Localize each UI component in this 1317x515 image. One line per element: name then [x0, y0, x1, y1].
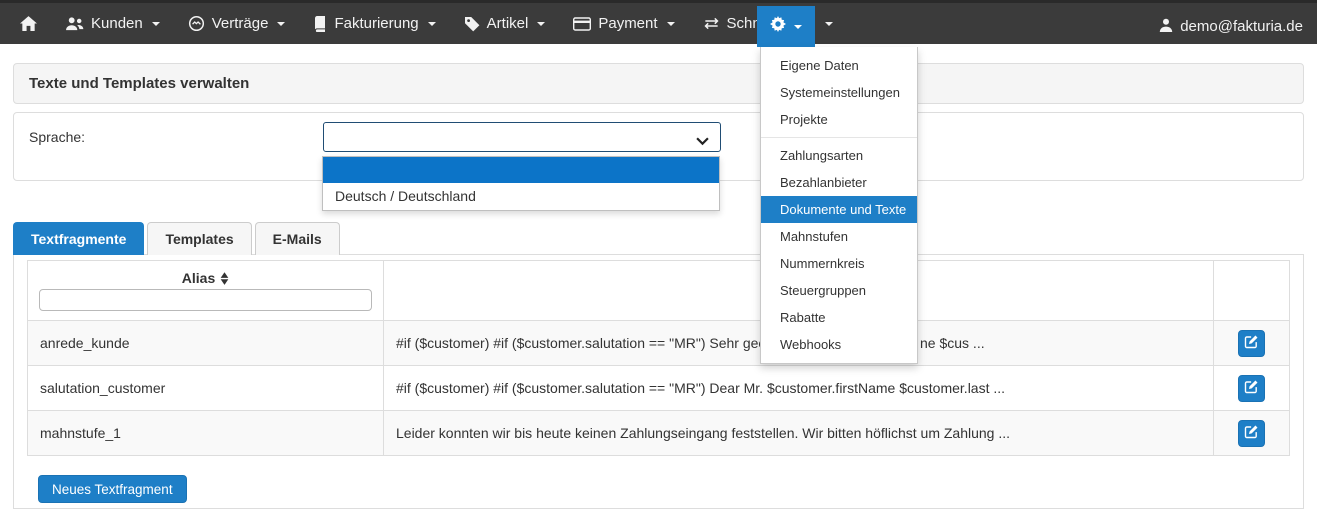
actions-column-header: [1214, 261, 1289, 320]
home-icon: [20, 16, 37, 31]
top-navbar: Kunden Verträge Fakturierung Artikel: [0, 0, 1317, 44]
language-label: Sprache:: [29, 129, 85, 145]
tab-textfragmente[interactable]: Textfragmente: [13, 222, 144, 255]
table-row: anrede_kunde #if ($customer) #if ($custo…: [28, 320, 1289, 365]
tab-content-panel: Alias anrede_kunde #if ($customer) #if (…: [13, 254, 1304, 509]
text-fragment-preview-tail: ne $cus ...: [920, 335, 985, 351]
text-fragment-preview: Leider konnten wir bis heute keinen Zahl…: [396, 425, 1010, 441]
caret-down-icon: [428, 22, 436, 26]
table-row: salutation_customer #if ($customer) #if …: [28, 365, 1289, 410]
menu-item-mahnstufen[interactable]: Mahnstufen: [761, 223, 917, 250]
sort-icon: [220, 272, 229, 285]
settings-menu-button[interactable]: Eigene Daten Systemeinstellungen Projekt…: [757, 6, 815, 47]
user-account-menu[interactable]: demo@fakturia.de: [1159, 6, 1303, 47]
menu-item-nummernkreis[interactable]: Nummernkreis: [761, 250, 917, 277]
menu-item-eigene-daten[interactable]: Eigene Daten: [761, 52, 917, 79]
menu-item-rabatte[interactable]: Rabatte: [761, 304, 917, 331]
language-select[interactable]: [323, 122, 721, 152]
caret-down-icon: [277, 22, 285, 26]
page-title-panel: Texte und Templates verwalten: [13, 63, 1304, 104]
nav-item-label: Fakturierung: [334, 15, 418, 32]
alias-cell: salutation_customer: [28, 366, 384, 410]
nav-item-artikel[interactable]: Artikel: [450, 3, 560, 44]
user-email-label: demo@fakturia.de: [1180, 18, 1303, 35]
nav-item-vertraege[interactable]: Verträge: [174, 3, 300, 44]
app-window: Kunden Verträge Fakturierung Artikel: [0, 0, 1317, 515]
menu-item-webhooks[interactable]: Webhooks: [761, 331, 917, 358]
nav-item-label: Artikel: [487, 15, 529, 32]
edit-button[interactable]: [1238, 420, 1265, 447]
tab-emails[interactable]: E-Mails: [255, 222, 340, 255]
menu-item-zahlungsarten[interactable]: Zahlungsarten: [761, 142, 917, 169]
book-icon: [313, 16, 327, 32]
tag-icon: [464, 16, 480, 32]
textfragment-table: Alias anrede_kunde #if ($customer) #if (…: [27, 260, 1290, 456]
menu-item-projekte[interactable]: Projekte: [761, 106, 917, 133]
column-header-alias[interactable]: Alias: [28, 261, 383, 287]
caret-down-icon: [794, 25, 802, 29]
caret-down-icon: [667, 22, 675, 26]
menu-divider: [761, 137, 917, 138]
text-cell: Leider konnten wir bis heute keinen Zahl…: [384, 411, 1214, 455]
tab-bar: Textfragmente Templates E-Mails: [13, 222, 343, 255]
page-title: Texte und Templates verwalten: [29, 75, 249, 92]
alias-filter-input[interactable]: [39, 289, 372, 311]
gear-icon: [770, 16, 786, 37]
handshake-icon: [188, 15, 205, 32]
language-option-empty[interactable]: [323, 157, 719, 183]
text-fragment-preview: #if ($customer) #if ($customer.salutatio…: [396, 380, 1005, 396]
alias-column-label: Alias: [182, 270, 215, 286]
users-icon: [65, 16, 84, 31]
table-header-row: Alias: [28, 261, 1289, 320]
credit-card-icon: [573, 17, 591, 31]
caret-down-icon: [825, 22, 833, 26]
menu-item-steuergruppen[interactable]: Steuergruppen: [761, 277, 917, 304]
menu-item-systemeinstellungen[interactable]: Systemeinstellungen: [761, 79, 917, 106]
nav-item-label: Payment: [598, 15, 657, 32]
edit-button[interactable]: [1238, 330, 1265, 357]
nav-item-kunden[interactable]: Kunden: [51, 3, 174, 44]
chevron-down-icon: [696, 133, 709, 151]
text-fragment-preview: #if ($customer) #if ($customer.salutatio…: [396, 335, 783, 351]
user-icon: [1159, 18, 1173, 36]
alias-cell: mahnstufe_1: [28, 411, 384, 455]
table-row: mahnstufe_1 Leider konnten wir bis heute…: [28, 410, 1289, 455]
alias-cell: anrede_kunde: [28, 321, 384, 365]
edit-icon: [1244, 424, 1259, 442]
home-nav-item[interactable]: [0, 3, 51, 44]
nav-item-label: Verträge: [212, 15, 269, 32]
menu-item-bezahlanbieter[interactable]: Bezahlanbieter: [761, 169, 917, 196]
nav-item-fakturierung[interactable]: Fakturierung: [299, 3, 449, 44]
edit-icon: [1244, 379, 1259, 397]
caret-down-icon: [152, 22, 160, 26]
nav-item-label: Kunden: [91, 15, 143, 32]
tab-templates[interactable]: Templates: [147, 222, 251, 255]
language-options-list: Deutsch / Deutschland: [322, 156, 720, 211]
settings-dropdown-menu: Eigene Daten Systemeinstellungen Projekt…: [760, 47, 918, 364]
text-cell: #if ($customer) #if ($customer.salutatio…: [384, 366, 1214, 410]
caret-down-icon: [537, 22, 545, 26]
new-textfragment-button[interactable]: Neues Textfragment: [38, 475, 187, 503]
menu-item-dokumente-und-texte[interactable]: Dokumente und Texte: [761, 196, 917, 223]
edit-button[interactable]: [1238, 375, 1265, 402]
edit-icon: [1244, 334, 1259, 352]
language-option-deutsch[interactable]: Deutsch / Deutschland: [323, 183, 719, 210]
nav-item-payment[interactable]: Payment: [559, 3, 688, 44]
exchange-icon: [703, 17, 720, 30]
